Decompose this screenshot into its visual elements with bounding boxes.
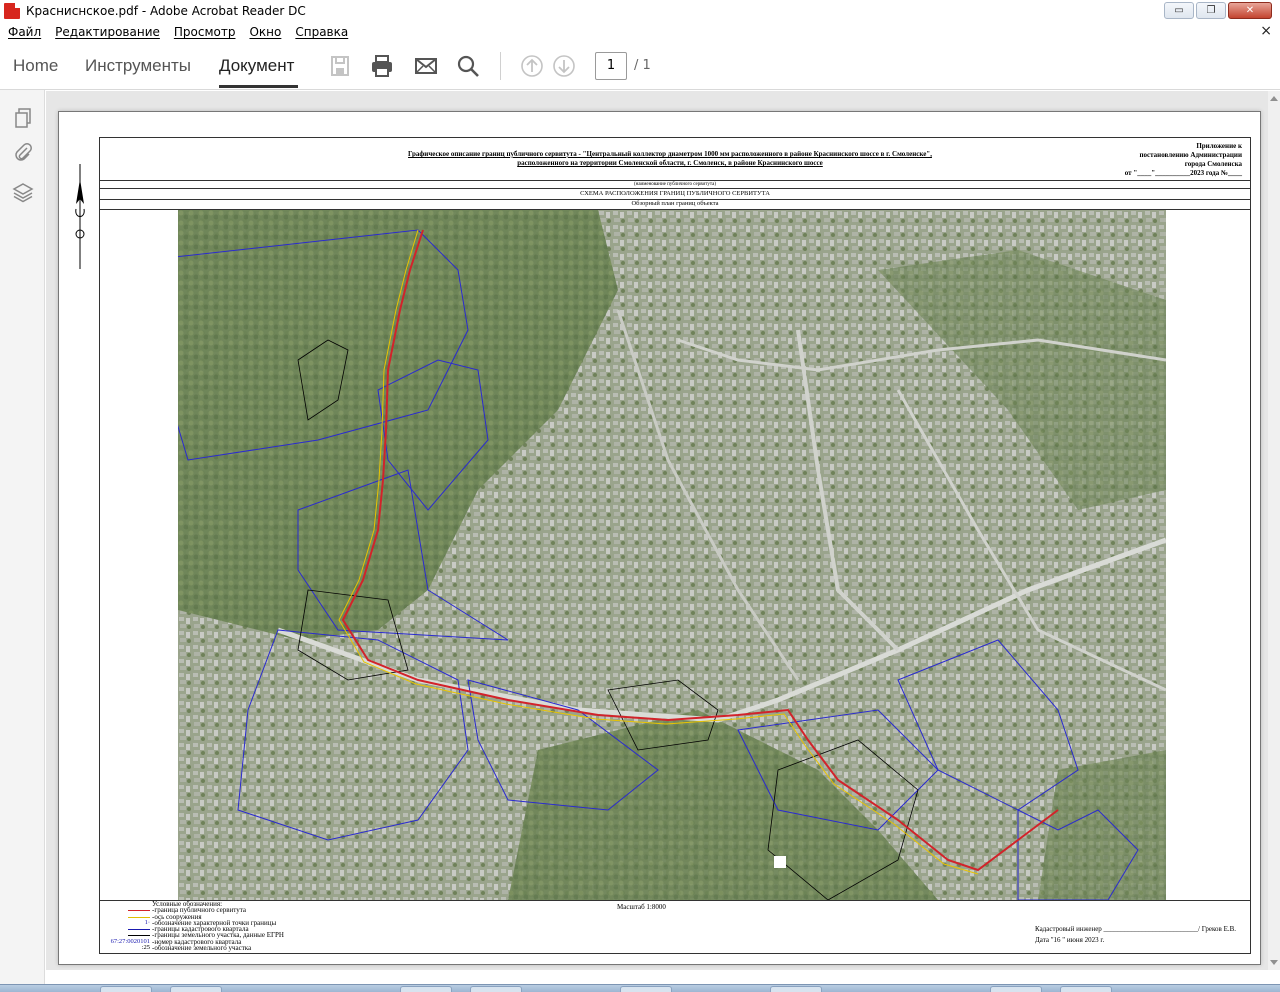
- caption-overview: Обзорный план границ объекта: [631, 200, 719, 207]
- legend-red-line-icon: [128, 910, 150, 912]
- appendix-line-1: Приложение к: [1196, 142, 1242, 150]
- left-navigation-rail: [0, 90, 45, 984]
- email-icon[interactable]: [413, 53, 439, 79]
- page-down-icon[interactable]: [551, 53, 577, 79]
- close-document-icon[interactable]: ×: [1260, 23, 1272, 39]
- active-tab-indicator: [219, 85, 298, 88]
- taskbar-item[interactable]: [770, 986, 822, 992]
- drawing-frame: Графическое описание границ публичного с…: [99, 137, 1251, 954]
- print-icon[interactable]: [369, 53, 395, 79]
- maximize-button[interactable]: ❐: [1196, 2, 1226, 19]
- caption-name: (наименование публичного сервитута): [634, 182, 716, 187]
- page-number-input[interactable]: 1: [595, 52, 627, 80]
- engineer-line: Кадастровый инженер ____________________…: [1035, 925, 1237, 933]
- tab-document[interactable]: Документ: [219, 56, 294, 76]
- document-title: Графическое описание границ публичного с…: [260, 150, 1080, 168]
- signature-block: Кадастровый инженер ____________________…: [1035, 924, 1236, 946]
- save-icon[interactable]: [327, 53, 353, 79]
- page-total: / 1: [634, 58, 651, 73]
- scroll-up-icon[interactable]: [1270, 96, 1278, 101]
- taskbar: [0, 984, 1280, 992]
- appendix-line-3: города Смоленска: [1184, 160, 1242, 168]
- caption-scheme: СХЕМА РАСПОЛОЖЕНИЯ ГРАНИЦ ПУБЛИЧНОГО СЕР…: [580, 190, 770, 197]
- tab-tools[interactable]: Инструменты: [85, 56, 191, 76]
- pdf-page: Графическое описание границ публичного с…: [58, 111, 1261, 965]
- date-line: Дата "16 " июня 2023 г.: [1035, 936, 1105, 944]
- scroll-down-icon[interactable]: [1270, 960, 1278, 965]
- title-line-2: расположенного на территории Смоленской …: [517, 159, 823, 167]
- menu-view[interactable]: Просмотр: [174, 25, 236, 39]
- legend-yellow-line-icon: [128, 916, 150, 918]
- page-up-icon[interactable]: [519, 53, 545, 79]
- tab-home[interactable]: Home: [13, 56, 58, 76]
- taskbar-item[interactable]: [1060, 986, 1112, 992]
- taskbar-item[interactable]: [470, 986, 522, 992]
- appendix-line-2: постановлению Администрации: [1139, 151, 1243, 159]
- menu-edit[interactable]: Редактирование: [55, 25, 160, 39]
- title-line-1: Графическое описание границ публичного с…: [408, 150, 932, 158]
- title-bar: Красниснское.pdf - Adobe Acrobat Reader …: [0, 0, 1280, 22]
- layers-icon[interactable]: [11, 180, 35, 204]
- document-viewport[interactable]: Графическое описание границ публичного с…: [46, 91, 1268, 970]
- taskbar-item[interactable]: [170, 986, 222, 992]
- minimize-button[interactable]: ▭: [1164, 2, 1194, 19]
- toolbar: Home Инструменты Документ 1 / 1: [0, 42, 1280, 90]
- toolbar-separator: [500, 52, 501, 80]
- close-button[interactable]: ✕: [1228, 2, 1272, 19]
- map-graphic: [178, 210, 1166, 900]
- menu-window[interactable]: Окно: [249, 25, 281, 39]
- window-title: Красниснское.pdf - Adobe Acrobat Reader …: [26, 4, 306, 18]
- acrobat-icon: [4, 3, 20, 19]
- menu-file[interactable]: Файл: [8, 25, 41, 39]
- aerial-map: [178, 210, 1166, 900]
- taskbar-item[interactable]: [100, 986, 152, 992]
- menu-help[interactable]: Справка: [295, 25, 348, 39]
- legend-black-line-icon: [128, 935, 150, 937]
- appendix-line-4: от "____"__________2023 года №____: [1124, 169, 1242, 177]
- taskbar-item[interactable]: [400, 986, 452, 992]
- legend-item: :25 -обозначение земельного участка: [141, 944, 252, 953]
- menu-bar: Файл Редактирование Просмотр Окно Справк…: [0, 22, 1280, 42]
- appendix-block: Приложение к постановлению Администрации…: [1112, 142, 1242, 178]
- divider: [100, 188, 1250, 189]
- pages-icon[interactable]: [11, 106, 35, 130]
- vertical-scrollbar[interactable]: [1268, 91, 1280, 970]
- legend: Условные обозначения: -граница публичног…: [102, 900, 402, 953]
- taskbar-item[interactable]: [620, 986, 672, 992]
- scale-label: Масштаб 1:8000: [617, 903, 666, 911]
- attachment-icon[interactable]: [11, 141, 35, 165]
- legend-blue-line-icon: [128, 929, 150, 931]
- search-icon[interactable]: [455, 53, 481, 79]
- north-arrow-icon: [75, 164, 85, 269]
- taskbar-item[interactable]: [990, 986, 1042, 992]
